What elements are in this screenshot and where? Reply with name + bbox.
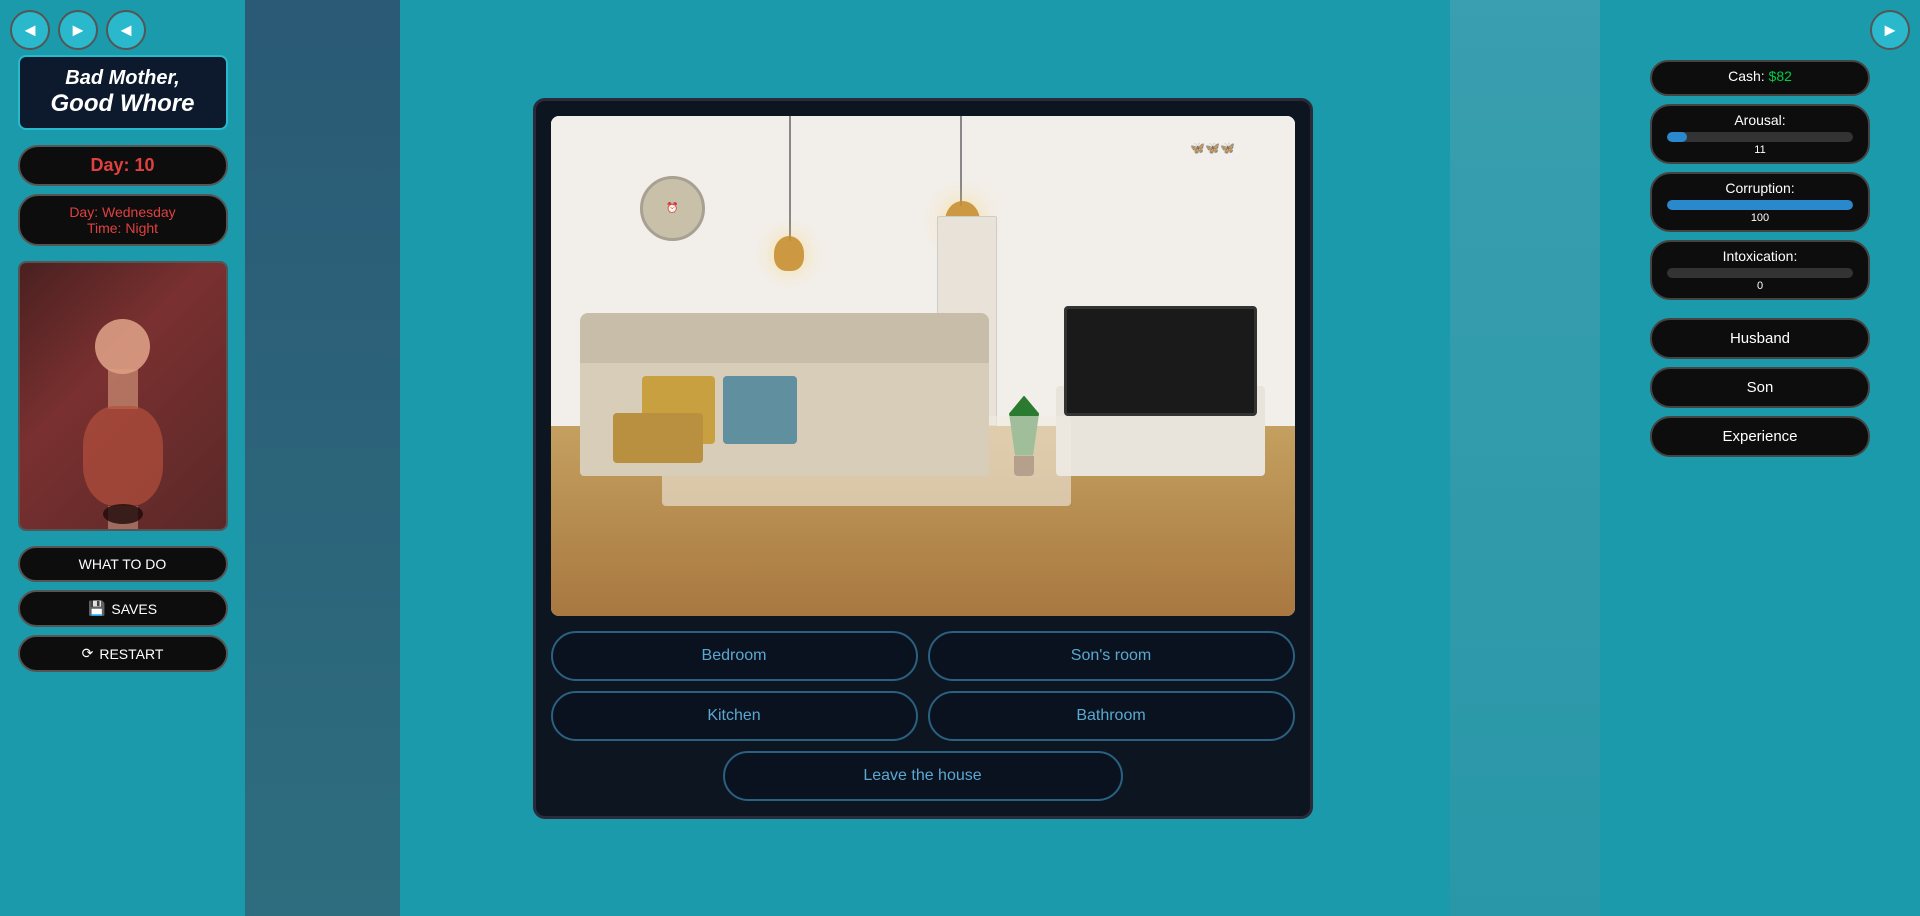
living-room-scene: ⏰ [551,116,1295,616]
intoxication-value: 0 [1667,280,1853,292]
time-line: Time: Night [35,220,211,236]
bathroom-button[interactable]: Bathroom [928,691,1295,741]
leave-house-button[interactable]: Leave the house [723,751,1123,801]
intoxication-stat-row: Intoxication: 0 [1650,240,1870,300]
day-value: 10 [135,155,155,175]
what-to-do-button[interactable]: WHAT TO DO [18,546,228,582]
lr-cushion-teal [723,376,797,445]
lr-pendant-wire1 [789,116,791,241]
character-portrait [18,261,228,531]
game-title-line2: Good Whore [35,90,211,118]
lr-butterflies-decor: 🦋🦋🦋 [1190,141,1235,155]
main-area: re ⏰ [245,0,1600,916]
cash-stat-row: Cash: $82 [1650,60,1870,96]
game-title-line1: Bad Mother, [35,67,211,90]
saves-button[interactable]: 💾 SAVES [18,590,228,627]
left-sidebar: ◄ ► ◄ Bad Mother, Good Whore Day: 10 Day… [0,0,245,916]
intoxication-bar-bg [1667,268,1853,278]
kitchen-button[interactable]: Kitchen [551,691,918,741]
restart-button[interactable]: ⟳ RESTART [18,635,228,672]
restart-icon: ⟳ [82,645,94,662]
lr-tv [1064,306,1257,416]
right-nav-arrow[interactable]: ► [1870,10,1910,50]
day-number-box: Day: 10 [18,145,228,186]
scene-image: ⏰ [551,116,1295,616]
relations-section: Husband Son Experience [1610,318,1910,465]
lr-pendant-wire2 [960,116,962,206]
lr-pendant-lamp1 [774,236,804,271]
cash-label: Cash: $82 [1667,68,1853,84]
time-value: Night [125,220,158,236]
sons-room-button[interactable]: Son's room [928,631,1295,681]
lr-sofa-back [580,313,989,363]
day-name-line: Day: Wednesday [35,204,211,220]
forward-arrow-button[interactable]: ► [58,10,98,50]
arousal-stat-row: Arousal: 11 [1650,104,1870,164]
leave-house-container: Leave the house [551,751,1295,801]
action-buttons-grid: Bedroom Son's room Kitchen Bathroom [551,631,1295,741]
arousal-bar-fill [1667,132,1687,142]
portrait-image [20,263,226,529]
bedroom-button[interactable]: Bedroom [551,631,918,681]
saves-icon: 💾 [88,600,105,617]
lr-sofa [580,351,989,476]
son-relation-button[interactable]: Son [1650,367,1870,408]
game-logo: Bad Mother, Good Whore [18,55,228,130]
back-arrow-button[interactable]: ◄ [10,10,50,50]
cash-value: $82 [1769,68,1792,84]
arousal-bar-bg [1667,132,1853,142]
corruption-bar-bg [1667,200,1853,210]
left-nav-button[interactable]: ◄ [106,10,146,50]
day-name-value: Wednesday [102,204,176,220]
corruption-label: Corruption: [1667,180,1853,196]
corruption-value: 100 [1667,212,1853,224]
husband-relation-button[interactable]: Husband [1650,318,1870,359]
lr-cushion-floor [613,413,703,463]
day-number-label: Day: 10 [35,155,211,176]
arousal-value: 11 [1667,144,1853,156]
right-sidebar: ► Cash: $82 Arousal: 11 Corruption: 100 … [1600,0,1920,916]
nav-arrows: ◄ ► ◄ [10,10,146,50]
day-details-box: Day: Wednesday Time: Night [18,194,228,246]
game-window: ⏰ [533,98,1313,819]
experience-relation-button[interactable]: Experience [1650,416,1870,457]
lr-wall-clock: ⏰ [640,176,705,241]
corruption-bar-fill [1667,200,1853,210]
corruption-stat-row: Corruption: 100 [1650,172,1870,232]
arousal-label: Arousal: [1667,112,1853,128]
intoxication-label: Intoxication: [1667,248,1853,264]
